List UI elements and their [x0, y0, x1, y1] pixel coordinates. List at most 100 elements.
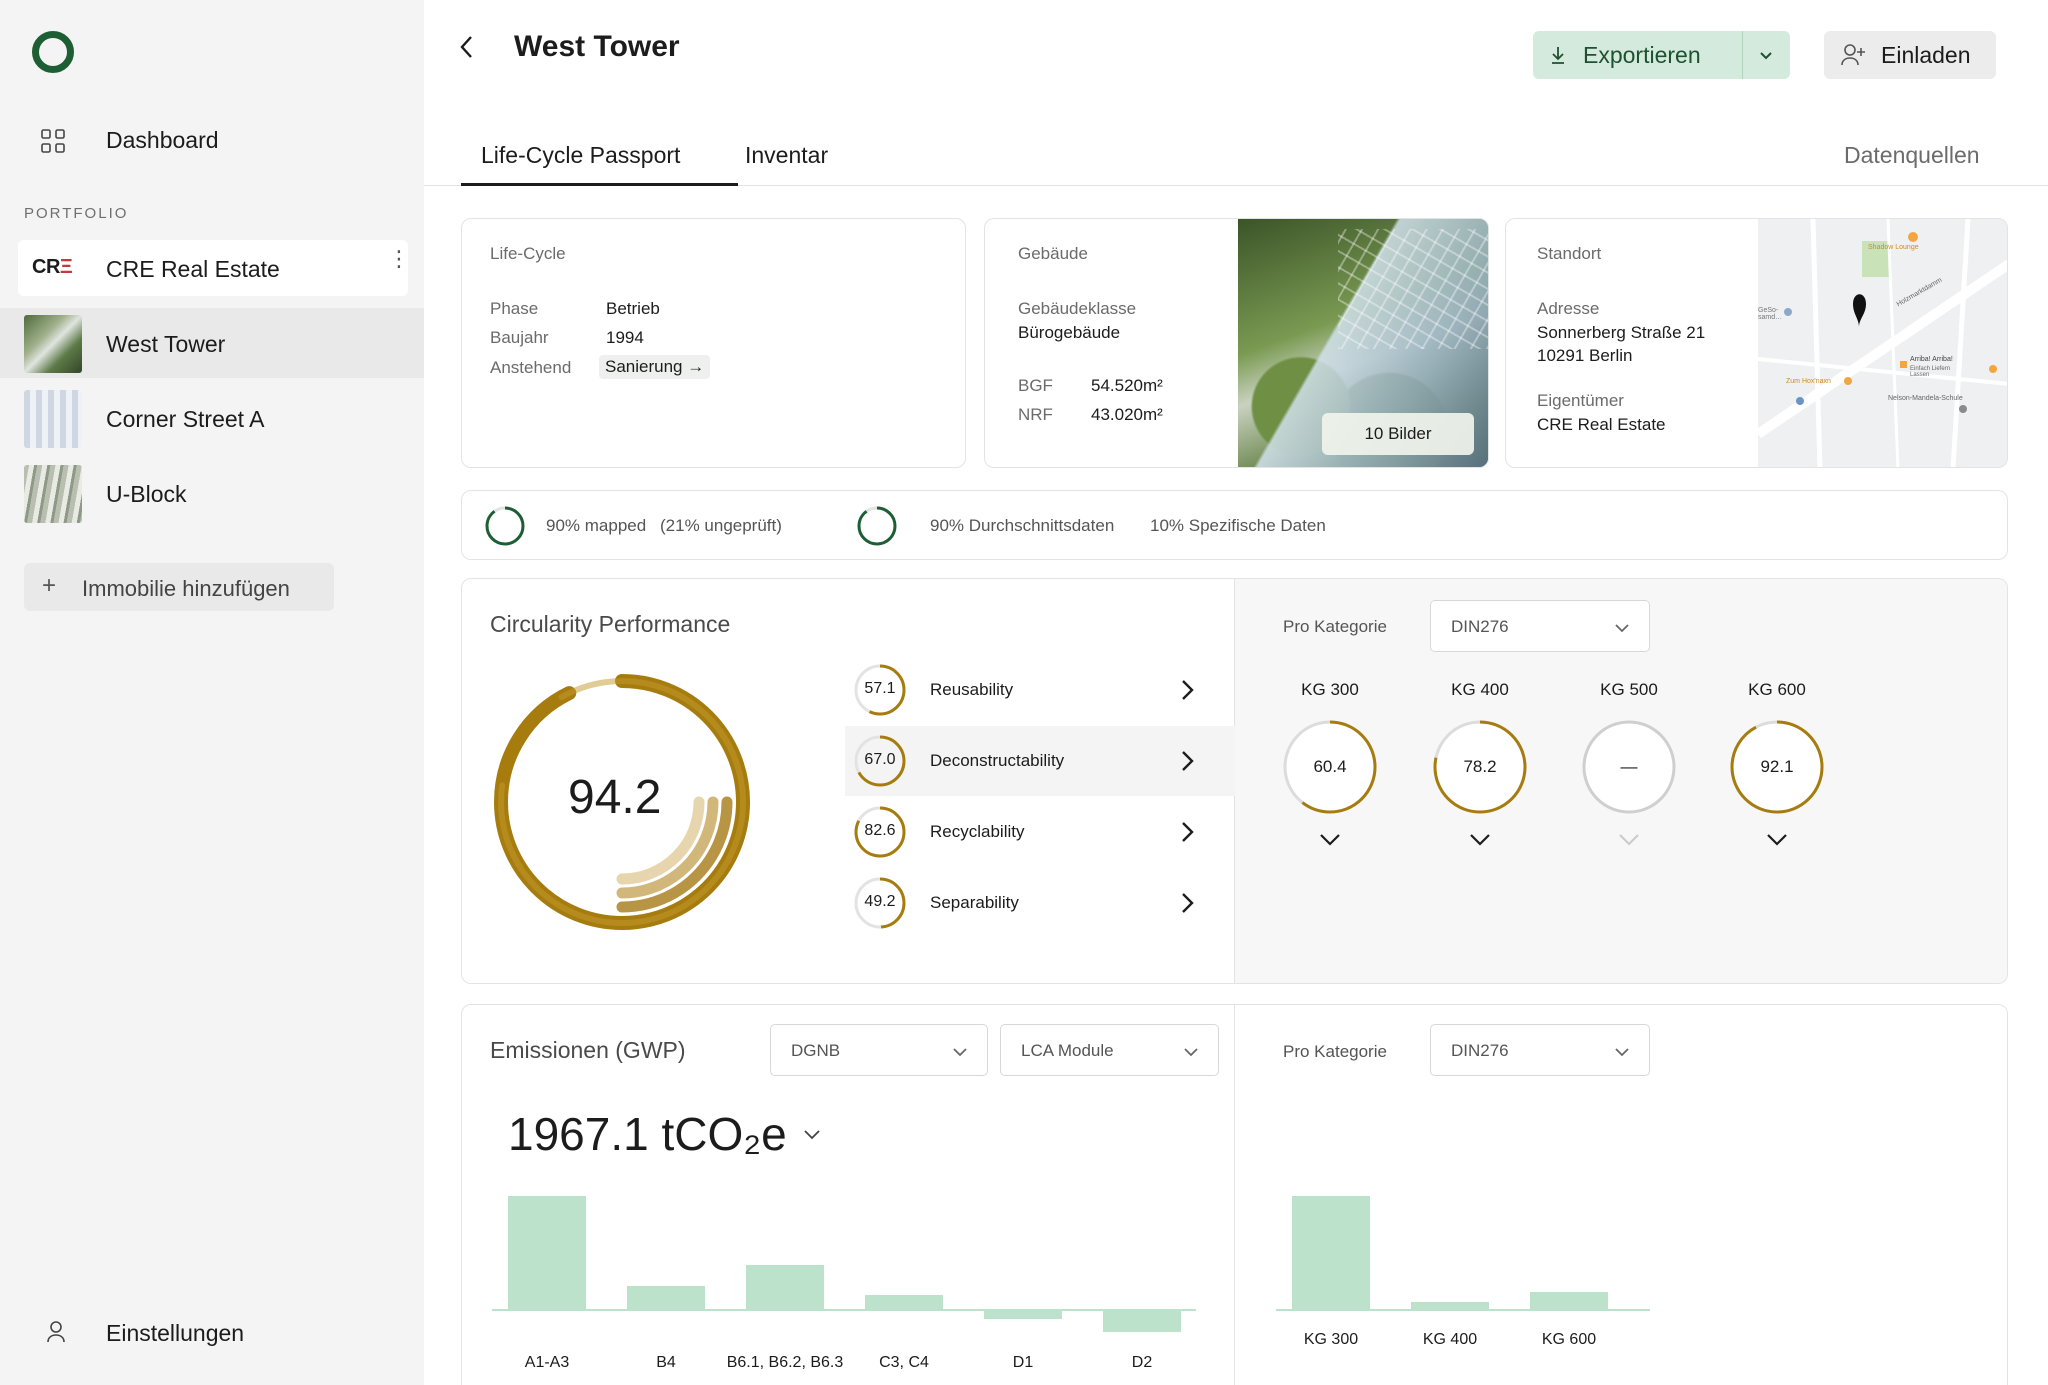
circularity-score: 94.2 — [568, 771, 662, 824]
metric-row-separability[interactable]: 49.2 Separability — [845, 868, 1235, 938]
category-name: KG 300 — [1301, 680, 1359, 699]
tab-datenquellen[interactable]: Datenquellen — [1844, 142, 1980, 169]
sidebar-item-dashboard[interactable]: Dashboard — [0, 112, 424, 168]
chart-bar[interactable] — [1530, 1292, 1608, 1309]
chart-baseline — [1276, 1309, 1650, 1311]
mapped-text: 90% mapped — [546, 516, 647, 535]
sidebar-item-u-block[interactable]: U-Block — [0, 458, 424, 528]
chevron-down-icon — [1619, 834, 1639, 846]
emissions-card — [461, 1004, 2008, 1385]
sidebar-item-west-tower[interactable]: West Tower — [0, 308, 424, 378]
address-line1: Sonnerberg Straße 21 — [1537, 323, 1706, 342]
sidebar: Dashboard PORTFOLIO CRΞ CRE Real Estate … — [0, 0, 424, 1385]
chevron-down-icon[interactable] — [802, 1127, 822, 1143]
nrf-value: 43.020m² — [1091, 405, 1163, 424]
chart-bar[interactable] — [746, 1264, 824, 1309]
chevron-right-icon — [1182, 680, 1194, 700]
sidebar-item-settings[interactable]: Einstellungen — [0, 1308, 424, 1358]
chevron-down-icon[interactable] — [1765, 832, 1789, 848]
back-arrow-icon[interactable] — [456, 32, 480, 62]
metric-value: 57.1 — [864, 680, 896, 697]
map-label: Zum Hox'naxn — [1786, 378, 1831, 385]
portfolio-name: CRE Real Estate — [106, 256, 280, 282]
circularity-title: Circularity Performance — [490, 611, 731, 637]
chart-bar[interactable] — [984, 1311, 1062, 1319]
sidebar-item-label: Dashboard — [106, 126, 219, 153]
map-label: Arriba! Arriba! — [1910, 356, 1953, 363]
metric-row-reusability[interactable]: 57.1 Reusability — [845, 655, 1235, 725]
chevron-down-icon — [1615, 1048, 1629, 1057]
category-kg600[interactable]: KG 600 92.1 — [1722, 680, 1832, 846]
tab-inventar[interactable]: Inventar — [745, 142, 828, 169]
chart-bar[interactable] — [1103, 1311, 1181, 1333]
map-label: Einfach Liefern Lassen — [1910, 366, 1951, 378]
user-icon — [47, 1321, 65, 1343]
metric-row-recyclability[interactable]: 82.6 Recyclability — [845, 797, 1235, 867]
lca-module-dropdown[interactable]: LCA Module — [1000, 1024, 1219, 1076]
category-name: KG 400 — [1451, 680, 1509, 699]
category-kg300[interactable]: KG 300 60.4 — [1275, 680, 1385, 846]
category-name: KG 500 — [1600, 680, 1658, 699]
standard-dropdown[interactable]: DGNB — [770, 1024, 988, 1076]
chart-bar[interactable] — [627, 1286, 705, 1309]
metric-value: 49.2 — [864, 893, 896, 910]
portfolio-card[interactable]: CRΞ CRE Real Estate ⋮ — [18, 240, 410, 296]
pending-chip[interactable]: Sanierung → — [599, 355, 711, 379]
plus-icon: + — [42, 572, 57, 599]
location-map[interactable]: Shadow Lounge GeSo- samd… Holzmarktdamm … — [1755, 219, 2007, 467]
add-user-icon — [1841, 44, 1865, 66]
category-kg500: KG 500 — — [1574, 680, 1684, 846]
building-photo[interactable]: 10 Bilder — [1238, 219, 1488, 467]
export-button[interactable]: Exportieren — [1533, 31, 1790, 79]
more-options-icon[interactable]: ⋮ — [388, 248, 410, 270]
map-label: GeSo- samd… — [1758, 307, 1783, 321]
emissions-title: Emissionen (GWP) — [490, 1037, 686, 1063]
category-dropdown[interactable]: DIN276 — [1430, 600, 1650, 652]
lifecycle-card: Life-Cycle Phase Betrieb Baujahr 1994 An… — [461, 218, 966, 468]
emissions-category-dropdown[interactable]: DIN276 — [1430, 1024, 1650, 1076]
metric-row-deconstructability[interactable]: 67.0 Deconstructability — [845, 726, 1235, 796]
card-title: Gebäude — [1018, 244, 1088, 263]
building-name: West Tower — [106, 331, 226, 357]
metric-name: Recyclability — [930, 822, 1025, 841]
invite-button[interactable]: Einladen — [1824, 31, 1996, 79]
building-thumbnail — [24, 390, 82, 448]
sidebar-item-corner-street-a[interactable]: Corner Street A — [0, 383, 424, 453]
images-button[interactable]: 10 Bilder — [1322, 413, 1474, 455]
per-category-label: Pro Kategorie — [1283, 1042, 1387, 1061]
category-kg400[interactable]: KG 400 78.2 — [1425, 680, 1535, 846]
building-name: U-Block — [106, 481, 187, 507]
phase-value: Betrieb — [606, 299, 660, 318]
download-icon — [1552, 47, 1564, 64]
unchecked-text: (21% ungeprüft) — [660, 516, 782, 535]
metric-name: Separability — [930, 893, 1019, 912]
category-value: 60.4 — [1313, 757, 1347, 776]
chart-bar[interactable] — [508, 1196, 586, 1309]
metric-value: 67.0 — [864, 751, 896, 768]
app-logo[interactable] — [32, 31, 74, 73]
chart-bar[interactable] — [865, 1295, 943, 1309]
metric-name: Reusability — [930, 680, 1014, 699]
chart-baseline — [492, 1309, 1196, 1311]
chevron-down-icon[interactable] — [1318, 832, 1342, 848]
per-category-label: Pro Kategorie — [1283, 617, 1387, 636]
add-property-button[interactable]: + Immobilie hinzufügen — [24, 563, 334, 611]
card-title: Life-Cycle — [490, 244, 566, 263]
chevron-right-icon — [1182, 893, 1194, 913]
chart-bar[interactable] — [1411, 1302, 1489, 1309]
category-value: — — [1620, 757, 1638, 776]
chevron-down-icon[interactable] — [1757, 46, 1775, 64]
map-pin-icon — [1853, 294, 1866, 327]
chevron-down-icon[interactable] — [1468, 832, 1492, 848]
emissions-total: 1967.1 tCO₂e — [508, 1108, 787, 1160]
bgf-value: 54.520m² — [1091, 376, 1163, 395]
building-name: Corner Street A — [106, 406, 265, 432]
chevron-right-icon — [1182, 822, 1194, 842]
chart-bar[interactable] — [1292, 1196, 1370, 1309]
category-name: KG 600 — [1748, 680, 1806, 699]
divider — [1742, 31, 1743, 79]
portfolio-logo: CRΞ — [32, 256, 73, 278]
year-value: 1994 — [606, 328, 644, 347]
tab-life-cycle-passport[interactable]: Life-Cycle Passport — [481, 142, 680, 169]
average-data-text: 90% Durchschnittsdaten — [930, 516, 1115, 535]
